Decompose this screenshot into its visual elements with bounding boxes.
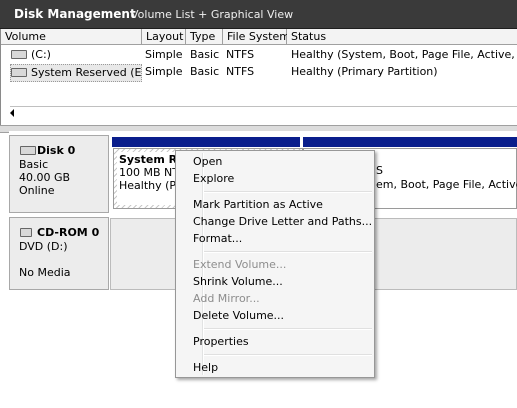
column-header-layout[interactable]: Layout xyxy=(142,29,186,45)
disk-kind: DVD (D:) xyxy=(19,240,68,253)
menu-item-shrink-volume[interactable]: Shrink Volume... xyxy=(193,273,283,290)
layout-cell: Simple xyxy=(145,48,183,61)
column-header-volume[interactable]: Volume xyxy=(1,29,142,45)
file-system-cell: NTFS xyxy=(226,65,255,78)
menu-item-delete-volume[interactable]: Delete Volume... xyxy=(193,307,284,324)
menu-item-mark-active[interactable]: Mark Partition as Active xyxy=(193,196,323,213)
partition-bar xyxy=(303,137,517,147)
menu-item-add-mirror: Add Mirror... xyxy=(193,292,260,305)
cdrom-0-header[interactable]: CD-ROM 0 DVD (D:) No Media xyxy=(9,217,109,290)
partition-bar xyxy=(112,137,300,147)
menu-item-extend-volume: Extend Volume... xyxy=(193,258,287,271)
disk-name: Disk 0 xyxy=(37,144,76,157)
menu-separator xyxy=(204,251,372,253)
menu-item-format[interactable]: Format... xyxy=(193,230,242,247)
table-row[interactable]: (C:) Simple Basic NTFS Healthy (System, … xyxy=(1,47,517,63)
type-cell: Basic xyxy=(190,65,220,78)
column-header-status[interactable]: Status xyxy=(287,29,517,45)
app-title: Disk Management xyxy=(14,7,136,21)
type-cell: Basic xyxy=(190,48,220,61)
scroll-left-arrow-icon[interactable] xyxy=(10,109,14,117)
view-title: Volume List + Graphical View xyxy=(131,8,294,21)
horizontal-scrollbar[interactable] xyxy=(10,106,517,120)
disk-icon xyxy=(20,146,36,155)
table-row[interactable]: System Reserved (E:) Simple Basic NTFS H… xyxy=(1,64,517,82)
volume-icon xyxy=(11,67,27,77)
volume-title: System R xyxy=(119,153,178,166)
title-bar: Disk Management Volume List + Graphical … xyxy=(0,0,517,29)
volume-status: em, Boot, Page File, Active, C xyxy=(376,178,517,191)
column-header-file-system[interactable]: File System xyxy=(223,29,290,45)
menu-item-properties[interactable]: Properties xyxy=(193,333,249,350)
menu-item-explore[interactable]: Explore xyxy=(193,170,234,187)
column-header-type[interactable]: Type xyxy=(186,29,223,45)
volume-list: Volume Layout Type File System Status (C… xyxy=(0,29,517,125)
file-system-cell: NTFS xyxy=(226,48,255,61)
disk-0-header[interactable]: Disk 0 Basic 40.00 GB Online xyxy=(9,135,109,213)
menu-separator xyxy=(204,191,372,193)
volume-size: S xyxy=(376,164,383,177)
volume-name: System Reserved (E:) xyxy=(31,66,142,79)
disk-kind: Basic xyxy=(19,158,49,171)
menu-separator xyxy=(204,328,372,330)
menu-separator xyxy=(204,354,372,356)
menu-item-change-drive-letter[interactable]: Change Drive Letter and Paths... xyxy=(193,213,372,230)
disk-size: 40.00 GB xyxy=(19,171,71,184)
cdrom-icon xyxy=(20,228,32,237)
layout-cell: Simple xyxy=(145,65,183,78)
menu-item-help[interactable]: Help xyxy=(193,359,218,376)
status-cell: Healthy (Primary Partition) xyxy=(291,65,438,78)
disk-state: No Media xyxy=(19,266,71,279)
menu-item-open[interactable]: Open xyxy=(193,153,222,170)
volume-icon xyxy=(11,49,27,59)
volume-name: (C:) xyxy=(31,48,51,61)
volume-status: Healthy (Pri xyxy=(119,179,184,192)
context-menu: Open Explore Mark Partition as Active Ch… xyxy=(175,150,375,378)
status-cell: Healthy (System, Boot, Page File, Active… xyxy=(291,48,517,61)
disk-state: Online xyxy=(19,184,55,197)
disk-name: CD-ROM 0 xyxy=(37,226,100,239)
